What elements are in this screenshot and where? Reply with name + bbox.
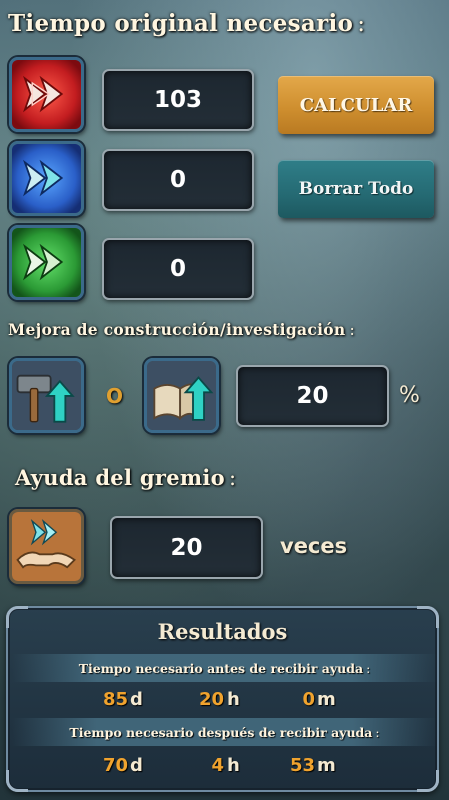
before-days-value: 85: [102, 689, 128, 710]
red-speedup-input[interactable]: 103: [102, 69, 254, 131]
before-hours-value: 20: [198, 689, 224, 710]
red-speedup-value: 103: [153, 87, 202, 113]
hammer-upgrade-icon: [9, 358, 84, 433]
clear-all-button[interactable]: Borrar Todo: [278, 160, 434, 218]
blue-speedup-icon: [9, 141, 84, 216]
guild-help-count-value: 20: [170, 534, 203, 561]
green-speedup-value: 0: [169, 256, 186, 282]
blue-speedup-input[interactable]: 0: [102, 149, 254, 211]
before-days-unit: d: [130, 689, 143, 710]
after-help-label: Tiempo necesario después de recibir ayud…: [12, 718, 437, 746]
after-days-value: 70: [102, 755, 128, 776]
after-hours-value: 4: [211, 755, 224, 776]
guild-help-count-input[interactable]: 20: [110, 516, 263, 579]
before-minutes-value: 0: [302, 689, 315, 710]
after-days-unit: d: [130, 755, 143, 776]
after-hours-unit: h: [227, 755, 240, 776]
guild-help-heading: Ayuda del gremio:: [15, 465, 236, 490]
after-help-colon: :: [375, 724, 380, 740]
after-help-text: Tiempo necesario después de recibir ayud…: [69, 724, 373, 740]
percent-label: %: [399, 383, 420, 408]
guild-help-colon: :: [228, 466, 237, 490]
red-speedup-icon: [9, 57, 84, 132]
or-label: O: [106, 384, 124, 408]
results-title: Resultados: [157, 619, 288, 644]
results-panel: Resultados Tiempo necesario antes de rec…: [6, 606, 439, 792]
after-minutes-value: 53: [289, 755, 315, 776]
blue-speedup-value: 0: [169, 167, 186, 193]
before-hours-unit: h: [227, 689, 240, 710]
original-time-title: Tiempo original necesario: [8, 10, 354, 37]
corner-ornament: [417, 770, 439, 792]
corner-ornament: [6, 770, 28, 792]
upgrade-bonus-value: 20: [296, 383, 329, 409]
upgrade-bonus-input[interactable]: 20: [236, 365, 389, 427]
green-speedup-icon: [9, 225, 84, 300]
times-label: veces: [280, 534, 348, 558]
before-help-colon: :: [366, 660, 371, 676]
calculate-button[interactable]: CALCULAR: [278, 76, 434, 134]
upgrade-title: Mejora de construcción/investigación: [8, 320, 346, 339]
upgrade-heading: Mejora de construcción/investigación:: [8, 320, 355, 339]
original-time-heading: Tiempo original necesario:: [8, 10, 365, 37]
green-speedup-input[interactable]: 0: [102, 238, 254, 300]
before-help-text: Tiempo necesario antes de recibir ayuda: [78, 660, 364, 676]
handshake-help-icon: [9, 509, 84, 584]
book-upgrade-icon: [144, 358, 219, 433]
after-minutes-unit: m: [317, 755, 336, 776]
before-minutes-unit: m: [317, 689, 336, 710]
before-help-label: Tiempo necesario antes de recibir ayuda:: [12, 654, 437, 682]
original-time-colon: :: [357, 11, 366, 37]
upgrade-colon: :: [349, 321, 356, 339]
guild-help-title: Ayuda del gremio: [15, 465, 225, 490]
